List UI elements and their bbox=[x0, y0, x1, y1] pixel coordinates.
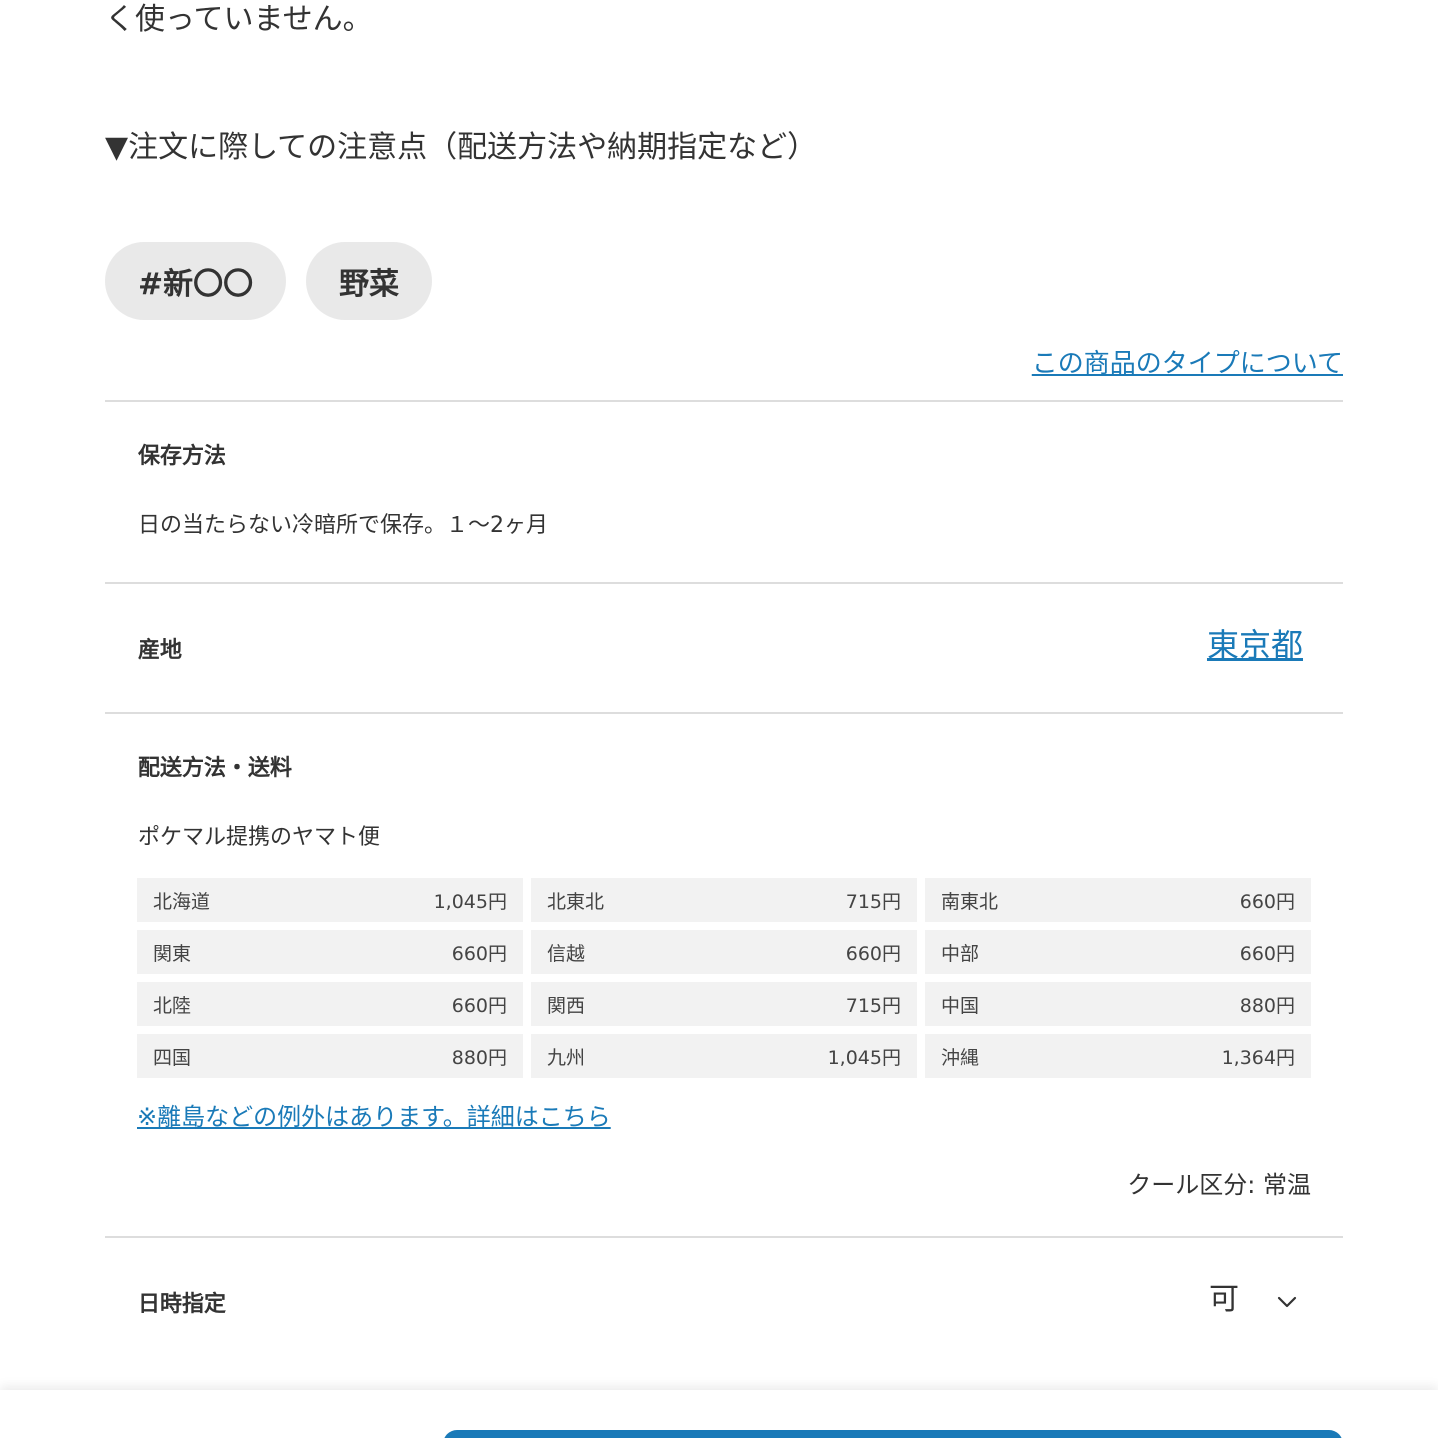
fee-region: 北陸 bbox=[153, 994, 192, 1017]
fee-price: 660円 bbox=[451, 942, 507, 965]
tag-chip[interactable]: #新〇〇 bbox=[105, 242, 287, 320]
fee-region: 関東 bbox=[153, 942, 192, 965]
shipping-method: ポケマル提携のヤマト便 bbox=[138, 825, 381, 850]
order-notes-heading: ▼注文に際しての注意点（配送方法や納期指定など） bbox=[105, 130, 818, 165]
fee-region: 信越 bbox=[547, 942, 586, 965]
fee-region: 関西 bbox=[547, 994, 586, 1017]
fee-price: 1,045円 bbox=[827, 1046, 901, 1069]
chevron-down-icon[interactable] bbox=[1277, 1292, 1297, 1312]
shipping-label: 配送方法・送料 bbox=[138, 756, 293, 781]
divider bbox=[105, 400, 1343, 402]
fee-cell: 信越 660円 bbox=[531, 930, 917, 974]
storage-value: 日の当たらない冷暗所で保存。１～2ヶ月 bbox=[138, 513, 548, 538]
fee-price: 660円 bbox=[1239, 942, 1295, 965]
fee-price: 1,364円 bbox=[1221, 1046, 1295, 1069]
fee-cell: 中部 660円 bbox=[925, 930, 1311, 974]
fee-region: 九州 bbox=[547, 1046, 586, 1069]
fee-cell: 南東北 660円 bbox=[925, 878, 1311, 922]
origin-label: 産地 bbox=[138, 638, 183, 663]
description-text: く使っていません。 bbox=[105, 2, 373, 37]
datetime-label: 日時指定 bbox=[138, 1292, 227, 1317]
fee-region: 南東北 bbox=[941, 890, 999, 913]
fee-cell: 北陸 660円 bbox=[137, 982, 523, 1026]
fee-price: 880円 bbox=[451, 1046, 507, 1069]
fee-price: 660円 bbox=[845, 942, 901, 965]
shipping-exception-link[interactable]: ※離島などの例外はあります。詳細はこちら bbox=[137, 1100, 611, 1134]
divider bbox=[105, 582, 1343, 584]
cool-type-text: クール区分: 常温 bbox=[1127, 1171, 1311, 1199]
tag-list: #新〇〇 野菜 bbox=[105, 242, 433, 320]
fee-price: 660円 bbox=[451, 994, 507, 1017]
origin-link[interactable]: 東京都 bbox=[1207, 624, 1303, 666]
fee-cell: 関西 715円 bbox=[531, 982, 917, 1026]
fee-cell: 関東 660円 bbox=[137, 930, 523, 974]
fee-cell: 九州 1,045円 bbox=[531, 1034, 917, 1078]
fee-region: 中国 bbox=[941, 994, 980, 1017]
product-type-link[interactable]: この商品のタイプについて bbox=[1032, 346, 1343, 382]
fee-region: 北海道 bbox=[153, 890, 211, 913]
fee-region: 北東北 bbox=[547, 890, 605, 913]
divider bbox=[105, 712, 1343, 714]
fee-cell: 北東北 715円 bbox=[531, 878, 917, 922]
fee-price: 1,045円 bbox=[433, 890, 507, 913]
storage-label: 保存方法 bbox=[138, 444, 227, 469]
fee-region: 中部 bbox=[941, 942, 980, 965]
fee-price: 880円 bbox=[1239, 994, 1295, 1017]
fee-cell: 四国 880円 bbox=[137, 1034, 523, 1078]
fee-price: 660円 bbox=[1239, 890, 1295, 913]
shipping-fee-table: 北海道 1,045円 北東北 715円 南東北 660円 関東 660円 信越 660円 … bbox=[137, 878, 1311, 1078]
fee-cell: 中国 880円 bbox=[925, 982, 1311, 1026]
divider bbox=[105, 1236, 1343, 1238]
tag-chip[interactable]: 野菜 bbox=[306, 242, 433, 320]
datetime-value: 可 bbox=[1209, 1282, 1239, 1317]
purchase-button[interactable] bbox=[443, 1430, 1343, 1438]
fee-price: 715円 bbox=[845, 994, 901, 1017]
fee-price: 715円 bbox=[845, 890, 901, 913]
fee-cell: 沖縄 1,364円 bbox=[925, 1034, 1311, 1078]
fee-region: 沖縄 bbox=[941, 1046, 980, 1069]
fee-cell: 北海道 1,045円 bbox=[137, 878, 523, 922]
fee-region: 四国 bbox=[153, 1046, 192, 1069]
